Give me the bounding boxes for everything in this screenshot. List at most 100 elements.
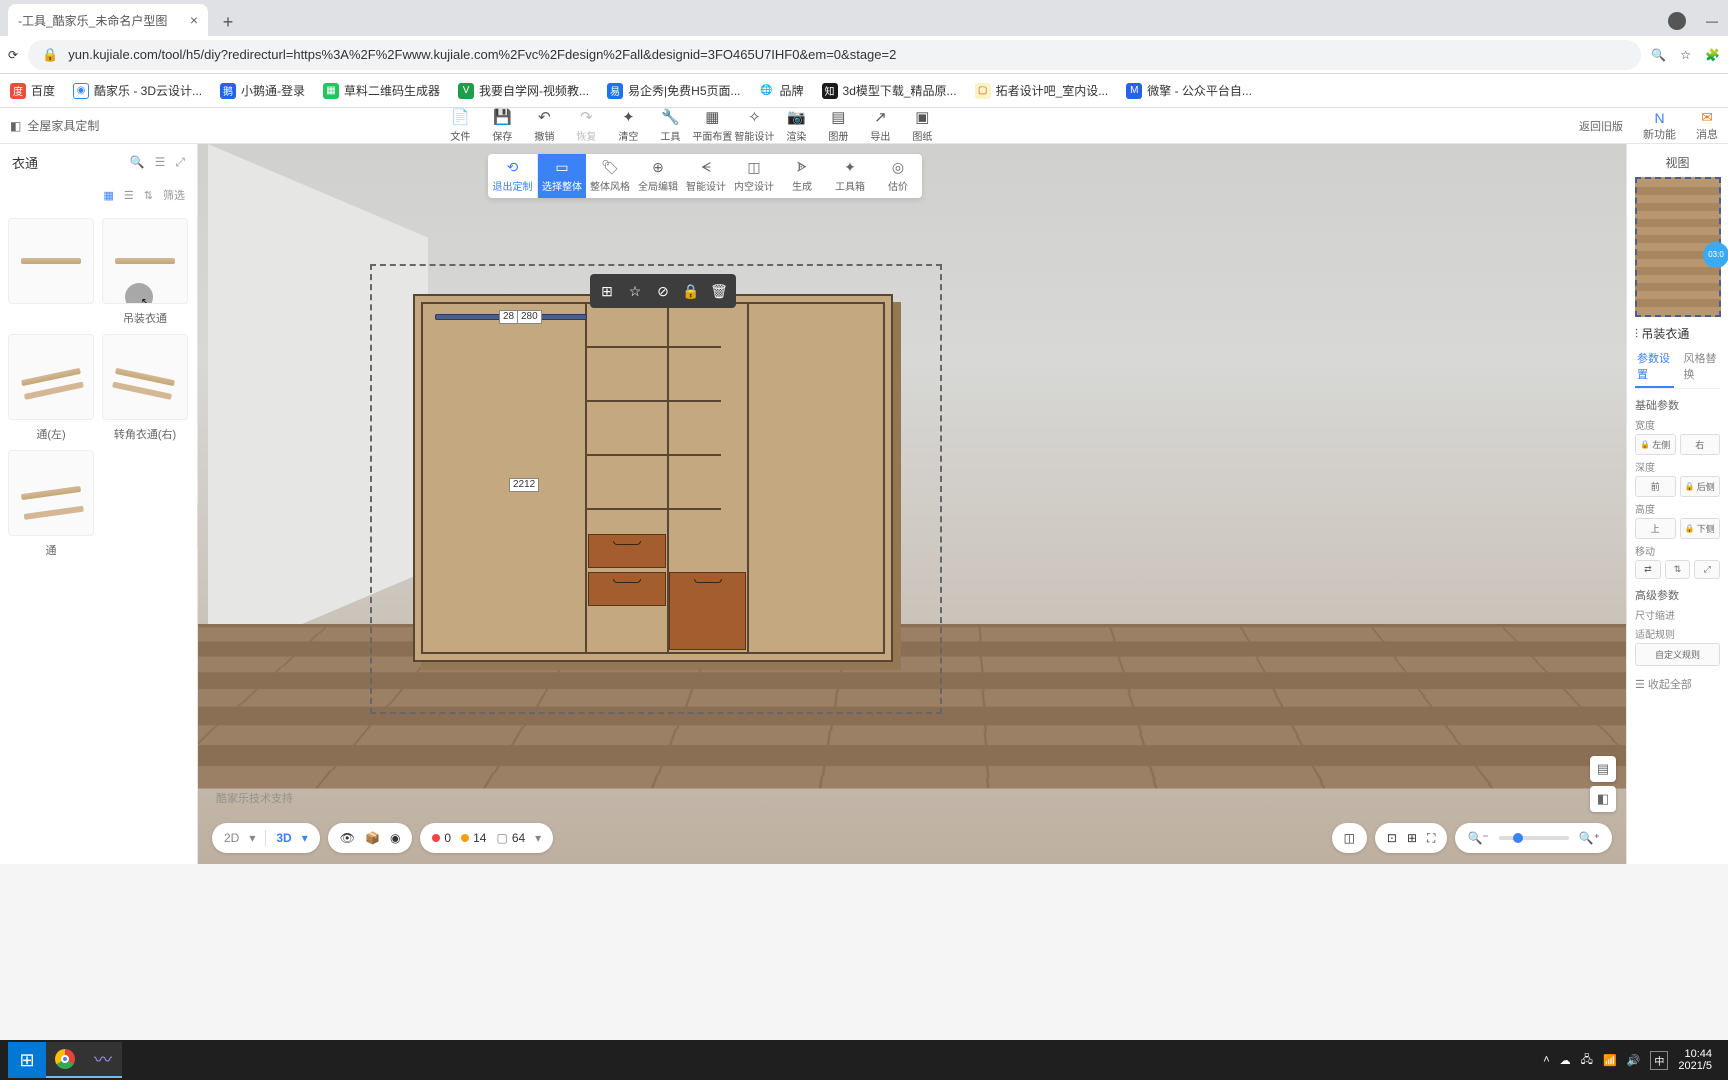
drawing-button[interactable]: ▣图纸 xyxy=(901,108,943,143)
select-button[interactable]: ▭选择整体 xyxy=(538,154,586,198)
depth-back-button[interactable]: 🔒后侧 xyxy=(1680,476,1721,497)
bookmark-item[interactable]: 鹅小鹅通-登录 xyxy=(220,82,305,99)
design-canvas[interactable]: ⟲退出定制▭选择整体🏷整体风格⊕全局编辑ᗕ智能设计◫内空设计ᗎ生成✦工具箱◎估价… xyxy=(198,144,1626,864)
undo-button[interactable]: ↶撤销 xyxy=(523,108,565,143)
bookmark-item[interactable]: ▢拓者设计吧_室内设... xyxy=(975,82,1109,99)
start-button[interactable]: ⊞ xyxy=(8,1042,46,1078)
close-icon[interactable]: × xyxy=(190,12,198,28)
mode-2d[interactable]: 2D xyxy=(224,831,239,845)
asset-item[interactable] xyxy=(8,334,94,420)
old-version-link[interactable]: 返回旧版 xyxy=(1579,118,1623,134)
tray-network-icon[interactable]: 🖧 xyxy=(1581,1051,1593,1070)
filter-icon[interactable]: ⇅ xyxy=(144,189,153,202)
zoom-in-icon[interactable]: 🔍⁺ xyxy=(1579,831,1600,845)
expand-icon[interactable]: ⤢ xyxy=(175,155,185,170)
move-y-button[interactable]: ⇅ xyxy=(1665,560,1691,579)
drawer[interactable] xyxy=(588,534,666,568)
height-top-button[interactable]: 上 xyxy=(1635,518,1676,539)
fit-icon[interactable]: ⊞ xyxy=(1407,831,1417,845)
filter-label[interactable]: 筛选 xyxy=(163,187,185,203)
list-icon[interactable]: ☰ xyxy=(155,155,166,170)
bookmark-item[interactable]: ◉酷家乐 - 3D云设计... xyxy=(73,82,202,99)
focus-icon[interactable]: ⊡ xyxy=(1387,831,1397,845)
eye-icon[interactable]: 👁 xyxy=(340,831,355,845)
clock-date[interactable]: 2021/5 xyxy=(1678,1060,1712,1072)
bookmark-item[interactable]: M微擎 - 公众平台自... xyxy=(1126,82,1252,99)
browser-tab[interactable]: -工具_酷家乐_未命名户型图 × xyxy=(8,4,208,36)
sphere-icon[interactable]: ◉ xyxy=(390,831,400,845)
move-z-button[interactable]: ⤢ xyxy=(1694,560,1720,579)
asset-item[interactable]: ↖ xyxy=(102,218,188,304)
reload-icon[interactable]: ⟳ xyxy=(8,48,18,62)
bookmark-item[interactable]: 🌐品牌 xyxy=(759,82,804,99)
smart-button[interactable]: ✧智能设计 xyxy=(733,108,775,143)
new-feature-button[interactable]: N新功能 xyxy=(1643,110,1676,142)
collapse-all-button[interactable]: ☰ 收起全部 xyxy=(1635,676,1720,692)
delete-icon[interactable]: 🗑 xyxy=(706,278,732,304)
layers-icon[interactable]: ▤ xyxy=(1590,756,1616,782)
tab-style-replace[interactable]: 风格替换 xyxy=(1682,346,1721,388)
depth-front-button[interactable]: 前 xyxy=(1635,476,1676,497)
asset-item[interactable] xyxy=(102,334,188,420)
tray-cloud-icon[interactable]: ☁ xyxy=(1560,1054,1571,1067)
save-button[interactable]: 💾保存 xyxy=(481,108,523,143)
minimize-icon[interactable]: — xyxy=(1706,14,1718,28)
minimap[interactable]: 03:0 xyxy=(1635,177,1721,317)
move-x-button[interactable]: ⇄ xyxy=(1635,560,1661,579)
new-tab-button[interactable]: + xyxy=(214,8,242,36)
tray-wifi-icon[interactable]: 📶 xyxy=(1603,1054,1617,1067)
bookmark-item[interactable]: ▦草料二维码生成器 xyxy=(323,82,440,99)
file-button[interactable]: 📄文件 xyxy=(439,108,481,143)
extensions-icon[interactable]: 🧩 xyxy=(1705,48,1720,62)
messages-button[interactable]: ✉消息 xyxy=(1696,109,1718,142)
clock-time[interactable]: 10:44 xyxy=(1678,1048,1712,1060)
album-button[interactable]: ▤图册 xyxy=(817,108,859,143)
bookmark-item[interactable]: 知3d模型下载_精品原... xyxy=(822,82,957,99)
ime-indicator[interactable]: 中 xyxy=(1650,1051,1668,1070)
width-left-button[interactable]: 🔒左侧 xyxy=(1635,434,1676,455)
mode-3d[interactable]: 3D xyxy=(276,831,291,845)
box-icon[interactable]: 📦 xyxy=(365,831,380,845)
search-icon[interactable]: 🔍 xyxy=(130,155,145,170)
exit-button[interactable]: ⟲退出定制 xyxy=(488,154,538,198)
drawer[interactable] xyxy=(669,572,746,650)
width-right-button[interactable]: 右 xyxy=(1680,434,1721,455)
search-icon[interactable]: 🔍 xyxy=(1651,48,1666,62)
object-toggle[interactable]: ◫ xyxy=(1332,823,1367,853)
zoom-slider-handle[interactable] xyxy=(1513,833,1523,843)
hide-icon[interactable]: ⊘ xyxy=(650,278,676,304)
camera-indicator[interactable]: 03:0 xyxy=(1703,242,1728,268)
profile-icon[interactable] xyxy=(1668,12,1686,30)
view-mode-switcher[interactable]: 2D ▾ 3D ▾ xyxy=(212,823,320,853)
interior-button[interactable]: ◫内空设计 xyxy=(730,154,778,198)
drawer[interactable] xyxy=(588,572,666,606)
fullscreen-icon[interactable]: ⛶ xyxy=(1427,831,1435,846)
gen-button[interactable]: ᗎ生成 xyxy=(778,154,826,198)
style-button[interactable]: 🏷整体风格 xyxy=(586,154,634,198)
cost-button[interactable]: ◎估价 xyxy=(874,154,922,198)
grid-view-icon[interactable]: ▦ xyxy=(104,189,114,202)
app-taskbar-icon[interactable]: 〰 xyxy=(84,1042,122,1078)
cube-icon[interactable]: ◧ xyxy=(1590,786,1616,812)
list-view-icon[interactable]: ☰ xyxy=(124,189,134,202)
wardrobe-model[interactable]: 28 280 2212 xyxy=(413,294,893,662)
bookmark-item[interactable]: 易易企秀|免费H5页面... xyxy=(607,82,740,99)
app-mode-selector[interactable]: ◧ 全屋家具定制 xyxy=(10,117,99,134)
global-edit-button[interactable]: ⊕全局编辑 xyxy=(634,154,682,198)
chrome-taskbar-icon[interactable] xyxy=(46,1042,84,1078)
tool-button[interactable]: 🔧工具 xyxy=(649,108,691,143)
height-bottom-button[interactable]: 🔒下侧 xyxy=(1680,518,1721,539)
bookmark-item[interactable]: V我要自学网-视频教... xyxy=(458,82,589,99)
favorite-icon[interactable]: ☆ xyxy=(622,278,648,304)
export-button[interactable]: ↗导出 xyxy=(859,108,901,143)
rule-select[interactable]: 自定义规则 xyxy=(1635,643,1720,666)
zoom-out-icon[interactable]: 🔍⁻ xyxy=(1467,831,1488,845)
tray-chevron-icon[interactable]: ˄ xyxy=(1543,1054,1549,1066)
clear-button[interactable]: ✦清空 xyxy=(607,108,649,143)
asset-item[interactable] xyxy=(8,450,94,536)
lock-icon[interactable]: 🔒 xyxy=(678,278,704,304)
diagnostics-counter[interactable]: 0 14 ▢64 ▾ xyxy=(420,823,553,853)
star-icon[interactable]: ☆ xyxy=(1680,48,1691,62)
asset-item[interactable] xyxy=(8,218,94,304)
tab-params[interactable]: 参数设置 xyxy=(1635,346,1674,388)
